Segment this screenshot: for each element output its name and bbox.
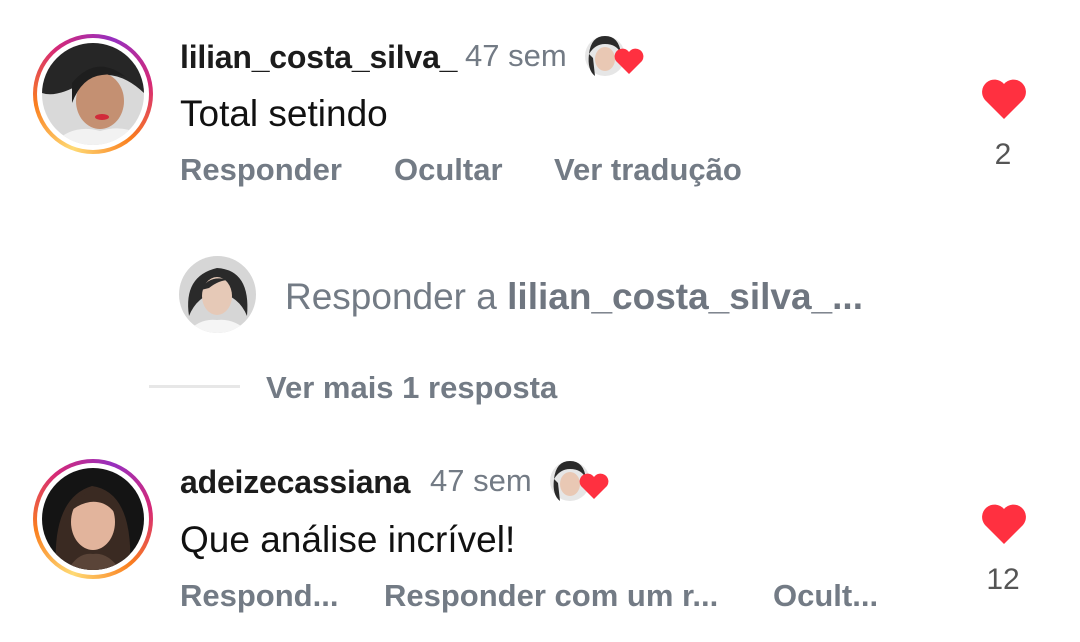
comment-timestamp: 47 sem: [430, 463, 532, 498]
thread-line: [149, 385, 240, 388]
see-translation-button[interactable]: Ver tradução: [554, 152, 742, 188]
view-more-replies-button[interactable]: Ver mais 1 resposta: [266, 370, 557, 406]
comment-2-avatar[interactable]: [33, 459, 153, 579]
current-user-avatar: [179, 256, 256, 333]
avatar-photo-1: [42, 43, 144, 145]
reply-prefix: Responder a: [285, 276, 497, 317]
heart-icon[interactable]: [981, 78, 1027, 120]
avatar-photo-2: [42, 468, 144, 570]
comment-timestamp: 47 sem: [465, 38, 567, 73]
creator-liked-icon: [583, 32, 645, 80]
comment-username[interactable]: adeizecassiana: [180, 464, 410, 501]
reply-with-reel-button[interactable]: Responder com um r...: [384, 578, 718, 614]
like-count: 2: [994, 138, 1012, 171]
creator-liked-icon: [548, 457, 610, 505]
hide-button[interactable]: Ocult...: [773, 578, 878, 614]
reply-button[interactable]: Responder: [180, 152, 342, 188]
heart-icon[interactable]: [981, 503, 1027, 545]
reply-target-username: lilian_costa_silva_...: [507, 276, 863, 317]
comment-username[interactable]: lilian_costa_silva_: [180, 39, 457, 76]
comment-text: Que análise incrível!: [180, 519, 516, 560]
like-count: 12: [986, 563, 1020, 596]
comment-1-avatar[interactable]: [33, 34, 153, 154]
reply-input[interactable]: Responder a lilian_costa_silva_...: [285, 276, 863, 318]
reply-button[interactable]: Respond...: [180, 578, 338, 614]
hide-button[interactable]: Ocultar: [394, 152, 503, 188]
comment-text: Total setindo: [180, 93, 388, 134]
